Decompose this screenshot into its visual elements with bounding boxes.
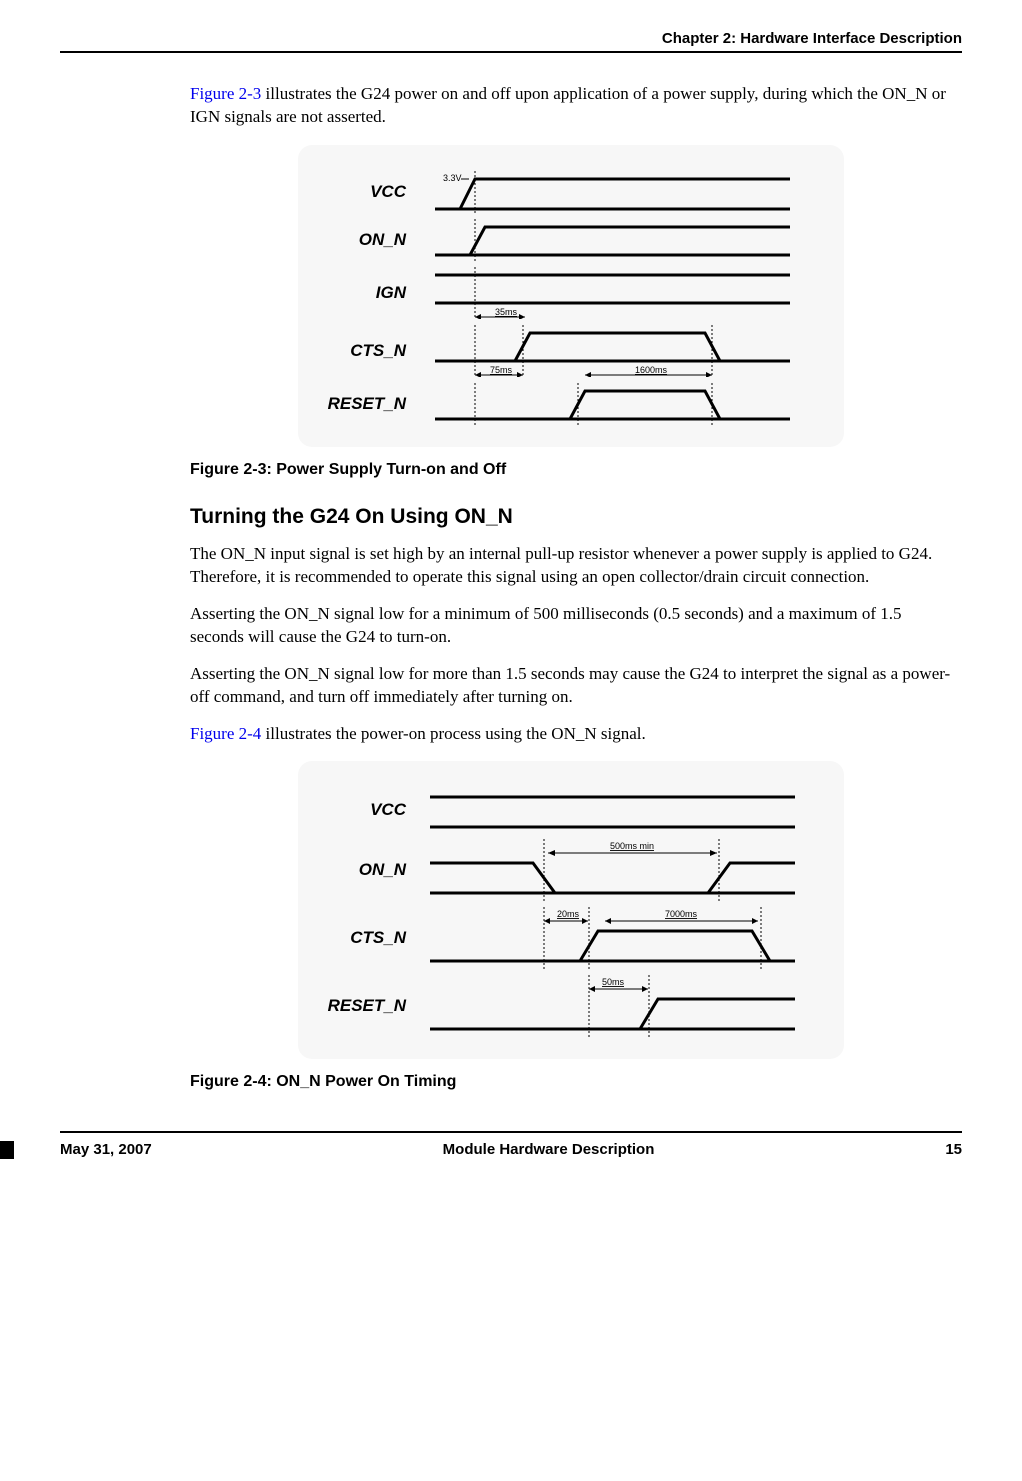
fig2-signal-label-on-n: ON_N: [316, 860, 414, 880]
footer-page: 15: [945, 1141, 962, 1158]
page-header: Chapter 2: Hardware Interface Descriptio…: [60, 30, 962, 53]
timing-ign: 35ms: [414, 267, 816, 319]
fig2-timing-reset-n: 50ms: [414, 975, 816, 1037]
paragraph-intro-fig1-text: illustrates the G24 power on and off upo…: [190, 84, 946, 126]
paragraph-p4: Asserting the ON_N signal low for more t…: [190, 663, 952, 709]
fig2-timing-cts-n: 20ms 7000ms: [414, 907, 816, 969]
cts-t1-annotation-2: 20ms: [557, 909, 580, 919]
figure-2-3-link[interactable]: Figure 2-3: [190, 84, 261, 103]
vcc-level-annotation: 3.3V: [443, 173, 462, 183]
fig2-timing-vcc: [414, 787, 816, 833]
timing-vcc: 3.3V: [414, 171, 816, 213]
page-footer: May 31, 2007 Module Hardware Description…: [60, 1131, 962, 1158]
chapter-label: Chapter 2: Hardware Interface Descriptio…: [662, 30, 962, 47]
figure-2-3-caption: Figure 2-3: Power Supply Turn-on and Off: [190, 461, 952, 479]
paragraph-p3: Asserting the ON_N signal low for a mini…: [190, 603, 952, 649]
figure-2-4-diagram: VCC ON_N 500ms min: [298, 761, 844, 1059]
cts-t2-annotation-2: 7000ms: [665, 909, 698, 919]
ign-time-annotation: 35ms: [495, 307, 518, 317]
signal-label-on-n: ON_N: [316, 230, 414, 250]
reset-t-annotation: 50ms: [602, 977, 625, 987]
paragraph-intro-fig2-text: illustrates the power-on process using t…: [261, 724, 645, 743]
fig2-signal-label-vcc: VCC: [316, 800, 414, 820]
on-n-min-annotation: 500ms min: [610, 841, 654, 851]
footer-title: Module Hardware Description: [443, 1141, 655, 1158]
figure-2-4-link[interactable]: Figure 2-4: [190, 724, 261, 743]
signal-label-cts-n: CTS_N: [316, 341, 414, 361]
section-heading-on-n: Turning the G24 On Using ON_N: [190, 505, 952, 529]
timing-on-n: [414, 219, 816, 261]
signal-label-ign: IGN: [316, 283, 414, 303]
timing-cts-n: 75ms 1600ms: [414, 325, 816, 377]
footer-date: May 31, 2007: [60, 1141, 152, 1158]
figure-2-4-caption: Figure 2-4: ON_N Power On Timing: [190, 1073, 952, 1091]
fig2-signal-label-reset-n: RESET_N: [316, 996, 414, 1016]
signal-label-reset-n: RESET_N: [316, 394, 414, 414]
signal-label-vcc: VCC: [316, 182, 414, 202]
fig2-timing-on-n: 500ms min: [414, 839, 816, 901]
cts-t2-annotation: 1600ms: [635, 365, 668, 375]
paragraph-intro-fig1: Figure 2-3 illustrates the G24 power on …: [190, 83, 952, 129]
fig2-signal-label-cts-n: CTS_N: [316, 928, 414, 948]
figure-2-3-diagram: VCC 3.3V ON_N: [298, 145, 844, 447]
paragraph-intro-fig2: Figure 2-4 illustrates the power-on proc…: [190, 723, 952, 746]
timing-reset-n: [414, 383, 816, 425]
cts-t1-annotation: 75ms: [490, 365, 513, 375]
paragraph-p2: The ON_N input signal is set high by an …: [190, 543, 952, 589]
